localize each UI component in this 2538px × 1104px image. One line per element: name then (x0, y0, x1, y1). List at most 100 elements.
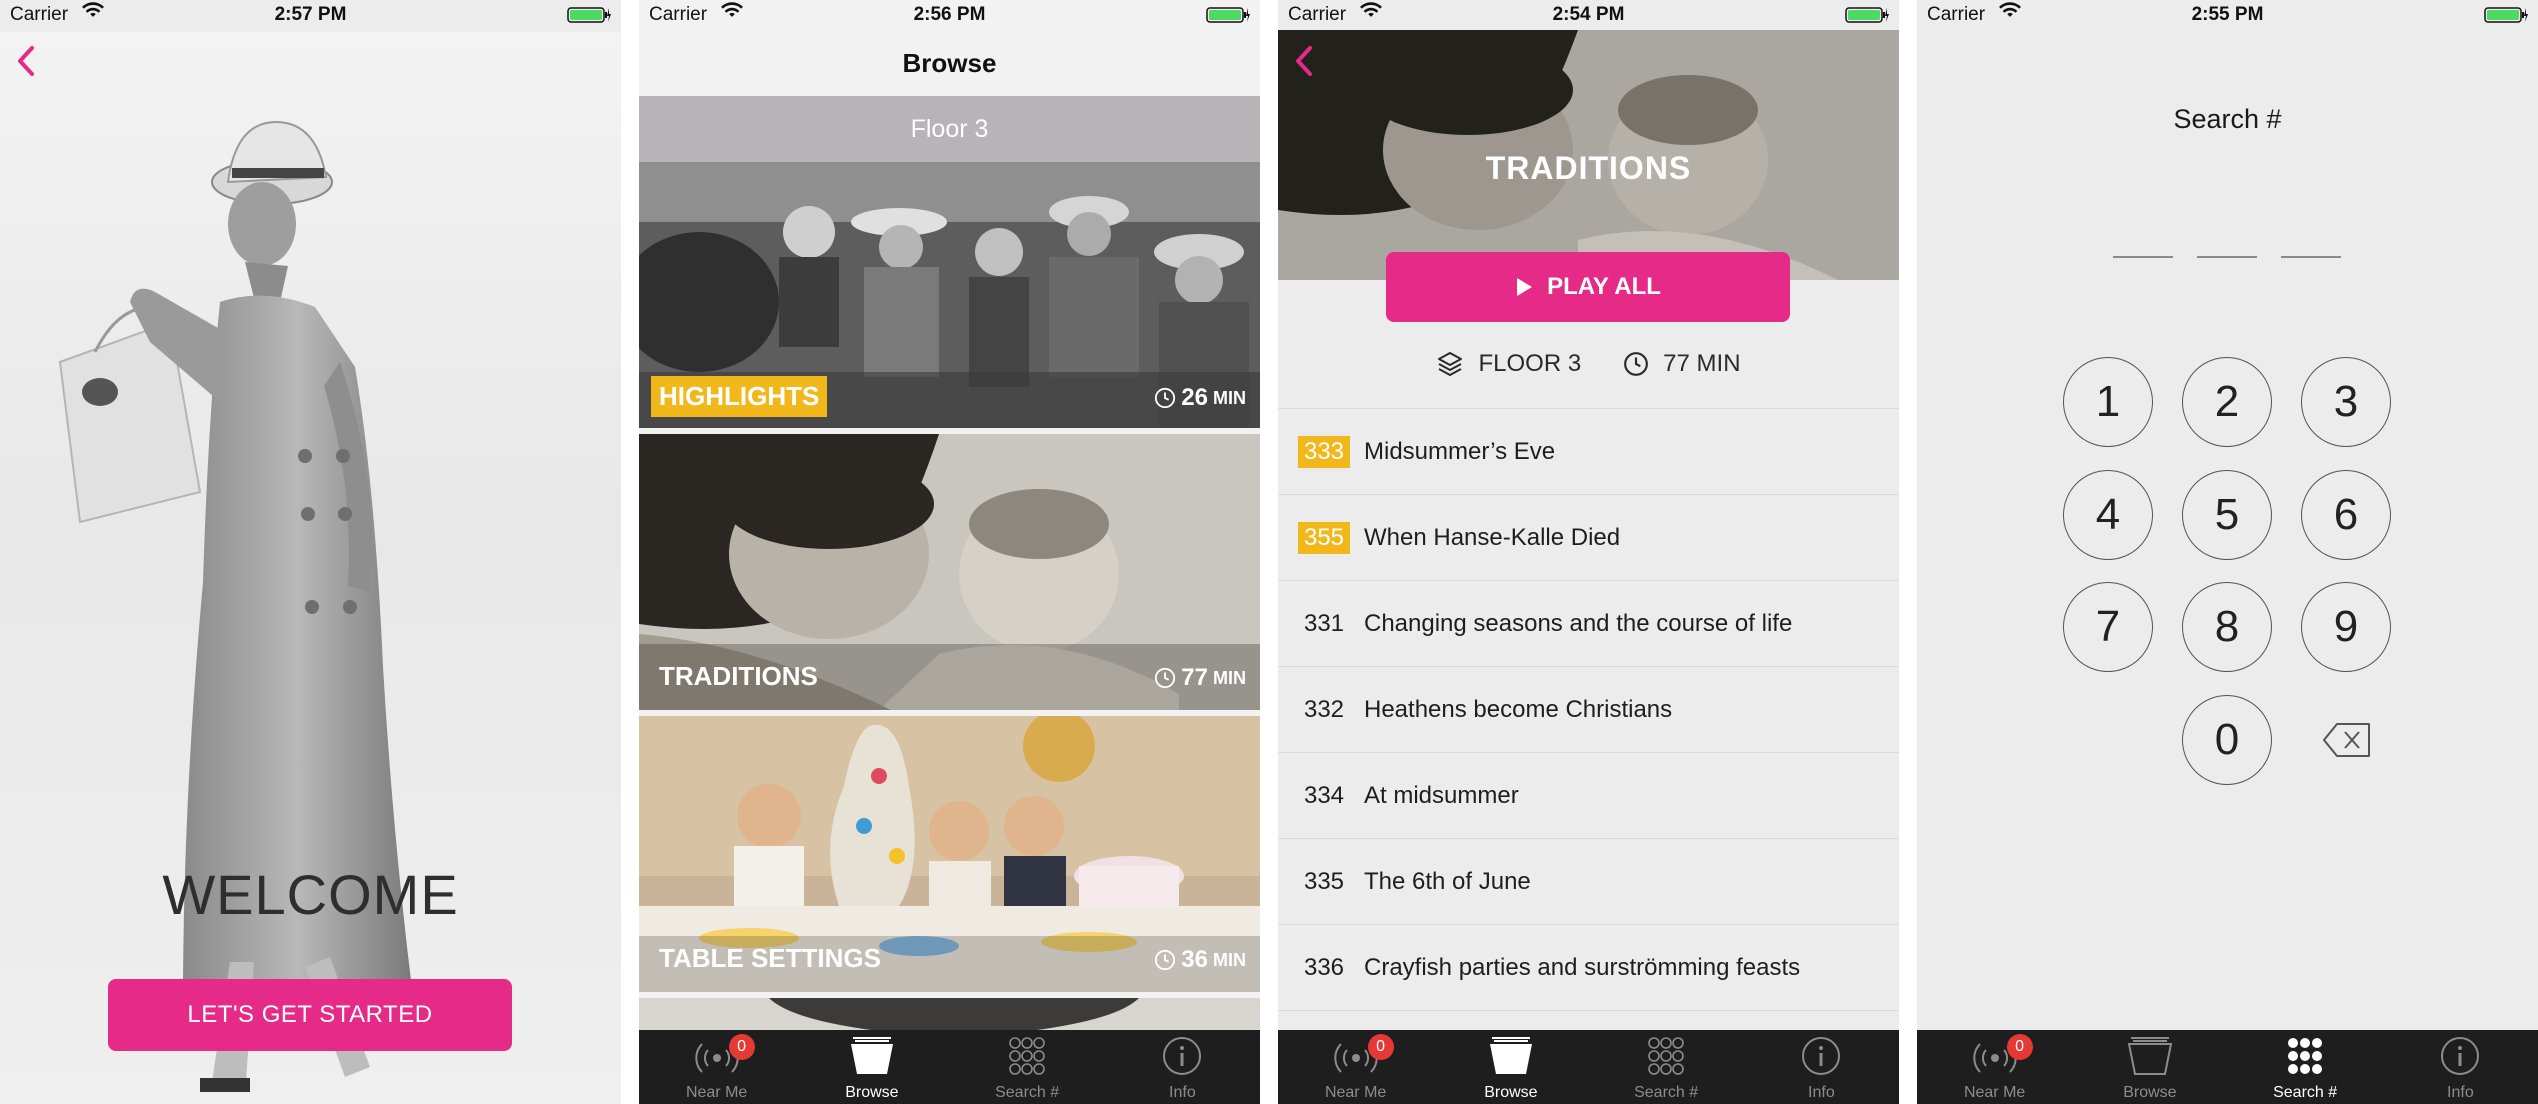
search-grid-icon (2288, 1038, 2323, 1074)
play-all-button[interactable]: PLAY ALL (1386, 252, 1790, 322)
card-duration: 26 MIN (1154, 384, 1246, 412)
status-bar: Carrier 2:55 PM (1917, 0, 2538, 32)
track-title: At midsummer (1364, 781, 1519, 809)
tab-search[interactable]: Search # (2228, 1030, 2383, 1104)
welcome-title: WELCOME (162, 863, 459, 926)
tab-label: Info (1169, 1084, 1196, 1101)
track-number: 332 (1303, 695, 1345, 723)
clock-icon (1154, 949, 1176, 971)
duration-value: 77 (1181, 664, 1208, 691)
digit-slot (2113, 256, 2173, 258)
nav-title: Browse (902, 48, 997, 78)
collection-card-traditions[interactable]: TRADITIONS 77 MIN (639, 434, 1260, 710)
tab-near-me[interactable]: 0 Near Me (639, 1030, 794, 1104)
tab-bar: 0 Near Me Browse Search # Info (1917, 1030, 2538, 1104)
battery-icon (567, 7, 611, 23)
card-duration: 77 MIN (1154, 664, 1246, 692)
tab-info[interactable]: Info (1105, 1030, 1260, 1104)
duration-unit: MIN (1213, 949, 1246, 970)
tab-bar: 0 Near Me Browse Search # Info (639, 1030, 1260, 1104)
card-duration: 36 MIN (1154, 946, 1246, 974)
collection-card-table-settings[interactable]: TABLE SETTINGS 36 MIN (639, 716, 1260, 992)
tab-search[interactable]: Search # (950, 1030, 1105, 1104)
duration-meta: 77 MIN (1663, 350, 1741, 377)
clock-icon (1154, 387, 1176, 409)
collection-card-highlights[interactable]: HIGHLIGHTS 26 MIN (639, 162, 1260, 428)
key-5[interactable]: 5 (2182, 470, 2272, 560)
key-7[interactable]: 7 (2063, 582, 2153, 672)
tab-label: Near Me (1324, 1084, 1387, 1101)
near-me-badge: 0 (1367, 1034, 1394, 1060)
browse-icon (850, 1037, 893, 1074)
digit-entry (2113, 256, 2341, 258)
tab-label: Info (2447, 1084, 2474, 1101)
near-me-badge: 0 (2006, 1034, 2033, 1060)
collection-title: TRADITIONS (1485, 150, 1692, 186)
clock-icon (1154, 667, 1176, 689)
tab-label: Search # (995, 1084, 1060, 1101)
digit-slot (2197, 256, 2257, 258)
key-6[interactable]: 6 (2301, 470, 2391, 560)
list-item[interactable]: 355 When Hanse-Kalle Died (1278, 494, 1899, 580)
track-title: Heathens become Christians (1364, 695, 1673, 723)
battery-icon (1845, 7, 1889, 23)
status-time: 2:55 PM (2191, 4, 2264, 25)
tab-label: Browse (2123, 1084, 2177, 1101)
tab-near-me[interactable]: 0 Near Me (1917, 1030, 2072, 1104)
play-icon (1517, 278, 1533, 296)
clock-icon (1623, 351, 1649, 377)
tab-browse[interactable]: Browse (1433, 1030, 1588, 1104)
track-number: 336 (1303, 953, 1345, 981)
track-number: 334 (1303, 781, 1345, 809)
tab-info[interactable]: Info (1744, 1030, 1899, 1104)
track-title: Crayfish parties and surströmming feasts (1364, 953, 1801, 981)
track-title: Changing seasons and the course of life (1364, 609, 1793, 637)
backspace-icon[interactable] (2321, 720, 2373, 760)
info-icon (1163, 1037, 1202, 1075)
tab-near-me[interactable]: 0 Near Me (1278, 1030, 1433, 1104)
status-time: 2:57 PM (274, 4, 347, 25)
battery-icon (1206, 7, 1250, 23)
status-bar: Carrier 2:57 PM (0, 0, 621, 32)
tab-label: Near Me (685, 1084, 748, 1101)
list-item[interactable]: 336 Crayfish parties and surströmming fe… (1278, 924, 1899, 1010)
duration-unit: MIN (1213, 667, 1246, 688)
track-number: 333 (1298, 435, 1350, 468)
info-icon (2441, 1037, 2480, 1075)
card-label: TABLE SETTINGS (659, 943, 881, 973)
collection-meta: FLOOR 3 77 MIN (1278, 342, 1899, 386)
tab-browse[interactable]: Browse (2072, 1030, 2227, 1104)
key-4[interactable]: 4 (2063, 470, 2153, 560)
key-2[interactable]: 2 (2182, 357, 2272, 447)
tab-label: Info (1808, 1084, 1835, 1101)
floor-header: Floor 3 (639, 96, 1260, 162)
tab-label: Near Me (1963, 1084, 2026, 1101)
back-icon[interactable] (1292, 44, 1316, 78)
list-item[interactable]: 334 At midsummer (1278, 752, 1899, 838)
key-3[interactable]: 3 (2301, 357, 2391, 447)
browse-icon (1489, 1037, 1532, 1074)
back-icon[interactable] (14, 44, 38, 78)
info-icon (1802, 1037, 1841, 1075)
key-8[interactable]: 8 (2182, 582, 2272, 672)
key-1[interactable]: 1 (2063, 357, 2153, 447)
key-9[interactable]: 9 (2301, 582, 2391, 672)
search-title: Search # (2173, 104, 2282, 134)
status-bar: Carrier 2:56 PM (639, 0, 1260, 32)
tab-search[interactable]: Search # (1589, 1030, 1744, 1104)
near-me-badge: 0 (728, 1034, 755, 1060)
track-number: 355 (1298, 521, 1350, 554)
get-started-button[interactable]: LET'S GET STARTED (108, 979, 512, 1051)
list-item[interactable]: 331 Changing seasons and the course of l… (1278, 580, 1899, 666)
welcome-screen: Carrier 2:57 PM WELCOME LET'S GET STARTE… (0, 0, 621, 1104)
tab-browse[interactable]: Browse (794, 1030, 949, 1104)
tab-label: Browse (845, 1084, 899, 1101)
list-item[interactable]: 332 Heathens become Christians (1278, 666, 1899, 752)
list-item[interactable]: 333 Midsummer’s Eve (1278, 408, 1899, 494)
tab-info[interactable]: Info (2383, 1030, 2538, 1104)
key-0[interactable]: 0 (2182, 695, 2272, 785)
play-all-label: PLAY ALL (1547, 273, 1661, 300)
list-item[interactable]: 335 The 6th of June (1278, 838, 1899, 924)
track-title: The 6th of June (1364, 867, 1531, 895)
card-label: TRADITIONS (659, 661, 818, 691)
